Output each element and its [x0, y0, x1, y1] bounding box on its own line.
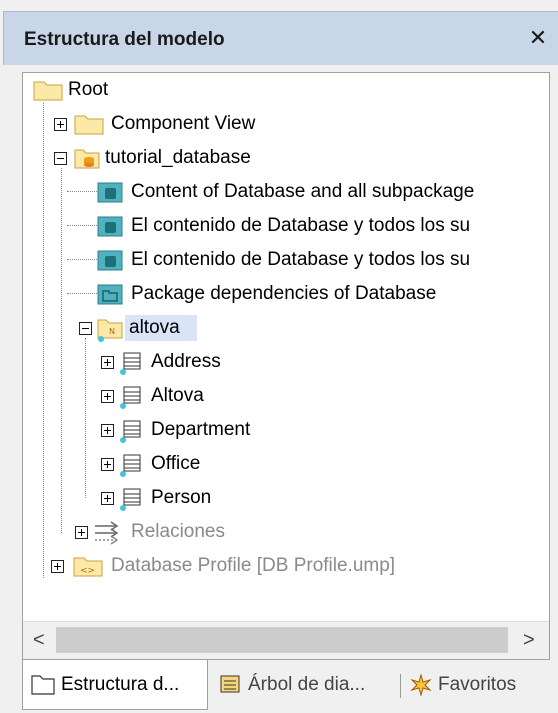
expand-icon[interactable]	[101, 390, 114, 403]
table-class-icon	[120, 352, 141, 375]
expand-icon[interactable]	[54, 118, 67, 131]
tree-item-label: Address	[151, 351, 221, 372]
tree-item-diagram[interactable]: El contenido de Database y todos los su	[97, 245, 549, 275]
relations-icon	[95, 521, 119, 545]
database-diagram-icon	[97, 216, 123, 237]
tree-item-class[interactable]: Department	[97, 415, 397, 445]
tree-item-diagram[interactable]: Package dependencies of Database	[97, 279, 549, 309]
model-tree[interactable]: Root Component View tutorial_database Co…	[23, 73, 549, 621]
tab-label: Estructura d...	[61, 674, 180, 695]
package-diagram-icon	[97, 284, 123, 305]
tab-label: Árbol de dia...	[248, 674, 366, 695]
tree-item-relaciones[interactable]: Relaciones	[75, 517, 375, 547]
window-title: Estructura del modelo	[24, 29, 225, 50]
tree-item-label: Content of Database and all subpackage	[131, 181, 475, 202]
collapse-icon[interactable]	[54, 152, 67, 165]
folder-icon	[31, 675, 55, 695]
profile-package-icon: <>	[73, 557, 103, 577]
tree-item-diagram[interactable]: El contenido de Database y todos los su	[97, 211, 549, 241]
expand-icon[interactable]	[101, 492, 114, 505]
tree-item-label: Altova	[151, 385, 204, 406]
svg-text:<>: <>	[80, 566, 95, 576]
database-package-icon	[74, 149, 100, 169]
tree-item-label: El contenido de Database y todos los su	[131, 215, 471, 236]
model-tree-panel: Root Component View tutorial_database Co…	[22, 72, 550, 660]
tree-item-label: Root	[68, 79, 109, 100]
tree-item-label: Office	[151, 453, 201, 474]
tree-item-label: Component View	[111, 113, 256, 134]
tree-item-diagram[interactable]: Content of Database and all subpackage	[97, 177, 549, 207]
database-diagram-icon	[97, 250, 123, 271]
table-class-icon	[120, 386, 141, 409]
tree-item-label: tutorial_database	[105, 147, 251, 168]
tree-line	[43, 103, 44, 578]
tab-diagram-tree[interactable]: Árbol de dia...	[218, 660, 398, 710]
tree-item-label: Department	[151, 419, 251, 440]
tab-separator	[400, 674, 401, 698]
tree-line	[67, 259, 97, 260]
tree-item-class[interactable]: Address	[97, 347, 397, 377]
tree-item-class[interactable]: Office	[97, 449, 397, 479]
svg-text:N: N	[109, 327, 115, 336]
expand-icon[interactable]	[101, 458, 114, 471]
table-class-icon	[120, 454, 141, 477]
tree-item-root[interactable]: Root	[33, 75, 543, 105]
tree-item-class[interactable]: Altova	[97, 381, 397, 411]
table-class-icon	[120, 488, 141, 511]
tree-item-label: Database Profile [DB Profile.ump]	[111, 555, 396, 576]
scroll-thumb[interactable]	[56, 627, 508, 653]
tree-item-altova[interactable]: N altova	[75, 313, 375, 343]
expand-icon[interactable]	[51, 560, 64, 573]
tree-item-component-view[interactable]: Component View	[51, 109, 541, 139]
tree-line	[67, 225, 97, 226]
table-class-icon	[120, 420, 141, 443]
tree-line	[85, 338, 86, 498]
scroll-right-arrow[interactable]: >	[523, 630, 535, 650]
expand-icon[interactable]	[101, 424, 114, 437]
tree-line	[67, 293, 97, 294]
scroll-left-arrow[interactable]: <	[33, 630, 45, 650]
window-titlebar: Estructura del modelo ✕	[3, 11, 558, 65]
tree-item-label: Person	[151, 487, 212, 508]
horizontal-scrollbar[interactable]: < >	[23, 621, 549, 659]
tree-line	[61, 168, 62, 533]
database-diagram-icon	[97, 182, 123, 203]
model-tree-window: Estructura del modelo ✕ Root Component V…	[0, 0, 558, 713]
tree-item-label: altova	[129, 317, 180, 338]
tab-favorites[interactable]: Favoritos	[406, 660, 550, 710]
favorites-icon	[410, 674, 432, 696]
collapse-icon[interactable]	[79, 322, 92, 335]
bottom-tabs: Estructura d... Árbol de dia... Favorito…	[22, 660, 550, 713]
tab-model-tree[interactable]: Estructura d...	[22, 660, 208, 710]
tree-item-label: Package dependencies of Database	[131, 283, 437, 304]
tree-line	[67, 191, 97, 192]
tree-item-class[interactable]: Person	[97, 483, 397, 513]
tree-item-label: Relaciones	[131, 521, 225, 542]
close-button[interactable]: ✕	[526, 25, 550, 51]
tree-item-label: El contenido de Database y todos los su	[131, 249, 471, 270]
expand-icon[interactable]	[75, 526, 88, 539]
folder-icon	[74, 115, 104, 135]
diagram-tree-icon	[220, 675, 240, 693]
folder-icon	[33, 81, 63, 101]
namespace-package-icon: N	[97, 319, 123, 342]
tree-item-tutorial-database[interactable]: tutorial_database	[51, 143, 541, 173]
expand-icon[interactable]	[101, 356, 114, 369]
tab-label: Favoritos	[438, 674, 517, 695]
tree-item-database-profile[interactable]: <> Database Profile [DB Profile.ump]	[51, 551, 546, 581]
